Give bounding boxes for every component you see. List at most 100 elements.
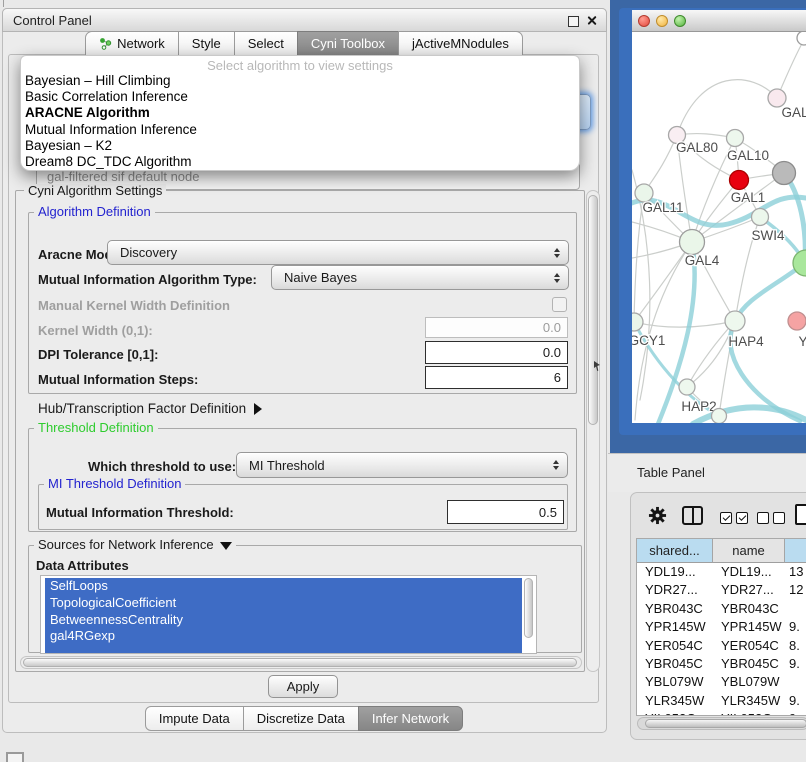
network-edge[interactable]	[687, 321, 735, 387]
table-cell: 9.	[785, 692, 806, 710]
column-header-name[interactable]: name	[713, 539, 785, 563]
table-cell: YPR145W	[713, 618, 785, 636]
table-row[interactable]: YBR045CYBR045C9.	[637, 655, 806, 673]
sources-title-wrap[interactable]: Sources for Network Inference	[34, 538, 236, 552]
settings-horizontal-scrollbar-thumb[interactable]	[23, 658, 577, 667]
data-attributes-list[interactable]: SelfLoopsTopologicalCoefficientBetweenne…	[40, 575, 537, 654]
network-canvas[interactable]: GALGAL80GAL10GAL1GAL11SWI4GAL4GCY1HAP4YH…	[632, 32, 806, 423]
table-horizontal-scrollbar[interactable]	[637, 717, 806, 730]
network-node-gcy1[interactable]	[632, 313, 643, 331]
bottom-tabs: Impute Data Discretize Data Infer Network	[0, 706, 608, 731]
apply-button[interactable]: Apply	[268, 675, 338, 698]
tab-infer-network[interactable]: Infer Network	[358, 706, 463, 731]
tab-label: jActiveMNodules	[412, 36, 509, 51]
table-row[interactable]: YPR145WYPR145W9.	[637, 618, 806, 636]
tab-impute-data[interactable]: Impute Data	[145, 706, 244, 731]
table-row[interactable]: YDR27...YDR27...12	[637, 581, 806, 599]
aracne-mode-select[interactable]: Discovery	[107, 240, 569, 265]
column-header-shared[interactable]: shared...	[637, 539, 713, 563]
document-icon[interactable]	[795, 504, 806, 525]
tab-network[interactable]: Network	[85, 31, 179, 56]
table-row[interactable]: YER054CYER054C8.	[637, 637, 806, 655]
data-attribute-topologicalcoefficient[interactable]: TopologicalCoefficient	[45, 595, 522, 612]
network-node-gal1[interactable]	[730, 171, 749, 190]
data-attributes-label: Data Attributes	[36, 558, 129, 573]
table-row[interactable]: YBR043CYBR043C	[637, 600, 806, 618]
tab-label: Style	[192, 36, 221, 51]
minimize-traffic-light[interactable]	[656, 15, 668, 27]
network-node[interactable]	[712, 409, 727, 424]
dpi-tolerance-field[interactable]: 0.0	[425, 341, 568, 364]
algorithm-option-aracne-algorithm[interactable]: ARACNE Algorithm	[25, 105, 575, 121]
table-row[interactable]: YDL19...YDL19...13	[637, 563, 806, 581]
unchecked-boxes-icon[interactable]	[757, 512, 785, 524]
mi-algorithm-type-select[interactable]: Naive Bayes	[271, 265, 569, 290]
close-traffic-light[interactable]	[638, 15, 650, 27]
network-node-gal4[interactable]	[680, 230, 705, 255]
tab-style[interactable]: Style	[178, 31, 235, 56]
settings-vertical-scrollbar-thumb[interactable]	[588, 195, 598, 425]
gear-icon[interactable]	[648, 506, 667, 525]
sources-title: Sources for Network Inference	[38, 537, 214, 552]
network-node-label: Y	[798, 334, 806, 349]
algorithm-option-bayesian-k2[interactable]: Bayesian – K2	[25, 138, 575, 154]
zoom-traffic-light[interactable]	[674, 15, 686, 27]
hub-section-toggle[interactable]: Hub/Transcription Factor Definition	[38, 401, 262, 416]
data-attribute-partial[interactable]	[45, 645, 522, 654]
kernel-width-field[interactable]: 0.0	[425, 317, 568, 338]
network-node-hap4[interactable]	[725, 311, 745, 331]
tab-jactivemnodules[interactable]: jActiveMNodules	[398, 31, 523, 56]
table-cell: YDL19...	[713, 563, 785, 581]
network-node-gal10[interactable]	[727, 130, 744, 147]
mi-steps-field[interactable]: 6	[425, 366, 568, 389]
table-horizontal-scrollbar-thumb[interactable]	[645, 719, 806, 728]
algorithm-option-bayesian-hill-climbing[interactable]: Bayesian – Hill Climbing	[25, 73, 575, 89]
column-header-a[interactable]: A	[785, 539, 806, 563]
table-row[interactable]: YIL052CYIL052C9.	[637, 710, 806, 716]
network-node-label: SWI4	[751, 228, 784, 243]
network-node[interactable]	[773, 162, 796, 185]
control-panel-tabs: Network Style SelectCyni Toolbox jActiveMNo…	[0, 31, 608, 56]
network-edge[interactable]	[677, 80, 777, 135]
algorithm-popup-list: Bayesian – Hill ClimbingBasic Correlatio…	[25, 73, 575, 170]
algorithm-option-basic-correlation-inference[interactable]: Basic Correlation Inference	[25, 89, 575, 105]
tab-cyni-toolbox[interactable]: Cyni Toolbox	[297, 31, 399, 56]
table-cell: YBR043C	[713, 600, 785, 618]
checked-boxes-icon[interactable]	[720, 512, 748, 524]
settings-vertical-scrollbar[interactable]	[586, 190, 600, 672]
manual-kernel-checkbox[interactable]	[552, 297, 567, 312]
float-window-icon[interactable]	[568, 16, 579, 27]
attributes-list-scrollbar[interactable]	[524, 578, 533, 638]
network-node-swi4[interactable]	[752, 209, 769, 226]
threshold-definition-title: Threshold Definition	[34, 421, 158, 435]
which-threshold-select[interactable]: MI Threshold	[236, 452, 568, 478]
network-edge[interactable]	[634, 242, 692, 322]
network-node-hap2[interactable]	[679, 379, 695, 395]
network-node-y[interactable]	[788, 312, 806, 330]
algorithm-option-dream8-dc-tdc-algorithm[interactable]: Dream8 DC_TDC Algorithm	[25, 154, 575, 170]
network-edge[interactable]	[644, 135, 677, 193]
mi-threshold-box-title: MI Threshold Definition	[44, 477, 185, 491]
tab-select[interactable]: Select	[234, 31, 298, 56]
data-attribute-gal4rgexp[interactable]: gal4RGexp	[45, 628, 522, 645]
expanded-arrow-icon[interactable]	[220, 542, 232, 550]
settings-horizontal-scrollbar[interactable]	[20, 656, 582, 669]
minimized-panel-icon[interactable]	[6, 752, 24, 762]
tab-label: Discretize Data	[257, 711, 345, 726]
mi-type-label: Mutual Information Algorithm Type:	[38, 272, 257, 287]
network-edge[interactable]	[777, 38, 805, 98]
mi-threshold-field[interactable]: 0.5	[447, 500, 564, 524]
data-attribute-selfloops[interactable]: SelfLoops	[45, 578, 522, 595]
network-node[interactable]	[797, 32, 806, 45]
close-icon[interactable]	[586, 15, 597, 26]
split-columns-icon[interactable]	[682, 506, 703, 525]
table-cell: YER054C	[637, 637, 713, 655]
table-row[interactable]: YBL079WYBL079W	[637, 673, 806, 691]
data-attribute-betweennesscentrality[interactable]: BetweennessCentrality	[45, 612, 522, 629]
collapsed-arrow-icon[interactable]	[254, 403, 262, 415]
table-row[interactable]: YLR345WYLR345W9.	[637, 692, 806, 710]
tab-discretize-data[interactable]: Discretize Data	[243, 706, 359, 731]
algorithm-option-mutual-information-inference[interactable]: Mutual Information Inference	[25, 122, 575, 138]
network-edge[interactable]	[687, 321, 735, 387]
network-node-label: GAL4	[685, 253, 720, 268]
